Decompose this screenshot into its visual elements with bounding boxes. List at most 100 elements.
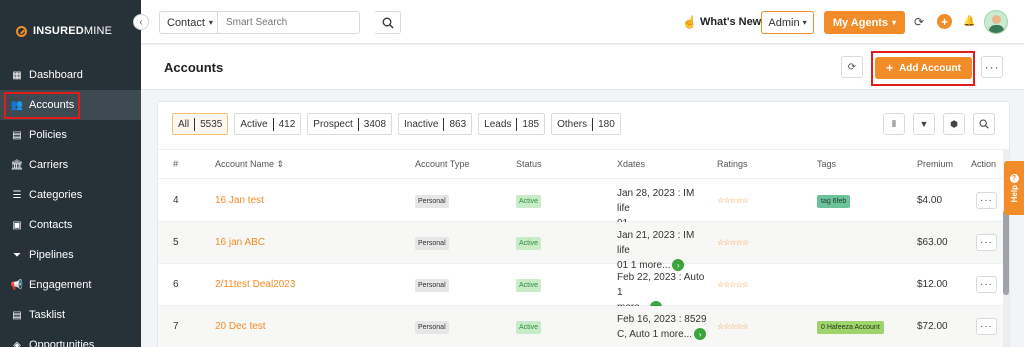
ellipsis-icon: ··· [980, 237, 993, 248]
categories-icon: ☰ [12, 189, 22, 201]
filter-button[interactable]: ▼ [913, 113, 935, 135]
row-number: 5 [173, 237, 179, 248]
filter-chip-inactive[interactable]: Inactive 863 [398, 113, 473, 135]
premium-value: $63.00 [917, 237, 948, 248]
ellipsis-icon: ··· [980, 321, 993, 332]
policies-icon: ▤ [12, 129, 22, 141]
table-search-button[interactable] [973, 113, 995, 135]
column-header: Xdates [617, 159, 645, 169]
divider [194, 117, 196, 131]
more-options-button[interactable]: ··· [981, 56, 1003, 78]
carriers-icon: 🏛 [10, 159, 24, 171]
premium-value: $4.00 [917, 195, 943, 206]
account-type-badge: Personal [415, 321, 449, 334]
tag-badge: 0 Hafeeza Account [817, 321, 884, 334]
admin-dropdown[interactable]: Admin ▾ [761, 11, 814, 34]
account-name-link[interactable]: 16 Jan test [215, 195, 264, 206]
table-row[interactable]: 5 16 jan ABC Personal Active Jan 21, 2023 : … [158, 222, 1009, 272]
column-header: Status [516, 159, 542, 169]
row-action-button[interactable]: ··· [976, 192, 997, 209]
filter-label: All [178, 118, 190, 130]
account-name-link[interactable]: 16 jan ABC [215, 237, 265, 248]
sidebar-item-pipelines[interactable]: ⏷ Pipelines [0, 240, 141, 270]
sort-icon[interactable]: ⇕ [274, 159, 285, 169]
filter-chip-active[interactable]: Active 412 [234, 113, 302, 135]
account-name-link[interactable]: 20 Dec test [215, 321, 266, 332]
table-tools: ⦀ ▼ ⬢ [883, 113, 995, 135]
columns-button[interactable]: ⦀ [883, 113, 905, 135]
sidebar-item-engagement[interactable]: 📢 Engagement [0, 270, 141, 300]
refresh-button[interactable]: ⟳ [841, 56, 863, 78]
more-arrow-icon[interactable]: › [694, 328, 707, 341]
row-number: 4 [173, 195, 179, 206]
sidebar-item-categories[interactable]: ☰ Categories [0, 180, 141, 210]
sidebar-item-contacts[interactable]: ▣ Contacts [0, 210, 141, 240]
sidebar-item-tasklist[interactable]: ▤ Tasklist [0, 300, 141, 330]
my-agents-dropdown[interactable]: My Agents ▾ [824, 11, 905, 34]
whats-new-link[interactable]: ☝ What's New [682, 15, 761, 29]
rating-stars[interactable]: ☆☆☆☆☆ [717, 322, 749, 331]
row-action-button[interactable]: ··· [976, 276, 997, 293]
chevron-down-icon: ▾ [892, 18, 897, 27]
filter-chip-all[interactable]: All 5535 [172, 113, 229, 135]
filter-count: 5535 [200, 118, 223, 130]
filter-chip-others[interactable]: Others 180 [551, 113, 621, 135]
column-header: Ratings [717, 159, 748, 169]
row-action-button[interactable]: ··· [976, 234, 997, 251]
contacts-icon: ▣ [12, 219, 22, 231]
add-account-highlight-box [871, 51, 975, 86]
column-header-label: Tags [817, 159, 837, 169]
help-label: Help [1009, 184, 1019, 203]
account-name-link[interactable]: 2/11test Deal2023 [215, 279, 295, 290]
avatar[interactable] [984, 10, 1008, 34]
row-action-button[interactable]: ··· [976, 318, 997, 335]
search-scope-select[interactable]: Contact ▾ [160, 12, 218, 33]
scrollbar-thumb[interactable] [1003, 210, 1009, 295]
tags-button[interactable]: ⬢ [943, 113, 965, 135]
ellipsis-icon: ··· [980, 195, 993, 206]
account-type-badge: Personal [415, 237, 449, 250]
table-row[interactable]: 7 20 Dec test Personal Active Feb 16, 2023 :… [158, 306, 1009, 347]
filter-chips: All 5535 Active 412 Prospect 3408 Inactive 863 L… [172, 113, 621, 135]
filter-label: Active [240, 118, 268, 130]
sidebar-item-policies[interactable]: ▤ Policies [0, 120, 141, 150]
sidebar-item-label: Policies [29, 129, 67, 141]
quick-add-button[interactable]: + [937, 14, 952, 29]
sidebar-item-label: Contacts [29, 219, 73, 231]
filter-icon: ▼ [919, 119, 929, 129]
filter-count: 863 [449, 118, 467, 130]
column-header: # [173, 159, 178, 169]
rating-stars[interactable]: ☆☆☆☆☆ [717, 280, 749, 289]
xdate-line: Jan 28, 2023 : IM life [617, 188, 695, 214]
plus-icon: + [940, 14, 948, 29]
column-header: Action [971, 159, 996, 169]
sidebar-item-dashboard[interactable]: ▦ Dashboard [0, 60, 141, 90]
chevron-down-icon: ▾ [802, 18, 807, 27]
refresh-icon[interactable]: ⟳ [914, 15, 924, 29]
help-tab[interactable]: ? Help [1004, 161, 1024, 215]
columns-icon: ⦀ [892, 118, 896, 129]
rating-stars[interactable]: ☆☆☆☆☆ [717, 196, 749, 205]
column-header[interactable]: Account Name ⇕ [215, 159, 284, 170]
rating-stars[interactable]: ☆☆☆☆☆ [717, 238, 749, 247]
filter-label: Leads [484, 118, 512, 130]
search-group: Contact ▾ [159, 11, 360, 34]
collapse-sidebar-button[interactable]: ‹ [133, 14, 149, 30]
bell-icon[interactable]: 🔔 [963, 16, 975, 27]
divider [357, 117, 359, 131]
column-header: Account Type [415, 159, 469, 169]
logo[interactable]: INSUREDMINE [16, 25, 112, 37]
sidebar-item-carriers[interactable]: 🏛 Carriers [0, 150, 141, 180]
search-input[interactable] [218, 17, 358, 28]
filter-chip-prospect[interactable]: Prospect 3408 [307, 113, 393, 135]
table-row[interactable]: 6 2/11test Deal2023 Personal Active Feb 22, … [158, 264, 1009, 314]
sidebar-item-label: Pipelines [29, 249, 74, 261]
table-row[interactable]: 4 16 Jan test Personal Active Jan 28, 2023 :… [158, 180, 1009, 229]
filter-chip-leads[interactable]: Leads 185 [478, 113, 546, 135]
divider [443, 117, 445, 131]
filter-count: 412 [278, 118, 296, 130]
search-button[interactable] [375, 11, 401, 34]
hand-pointer-icon: ☝ [682, 15, 697, 29]
sidebar-item-label: Categories [29, 189, 83, 201]
sidebar-item-opportunities[interactable]: ◈ Opportunities [0, 330, 141, 347]
